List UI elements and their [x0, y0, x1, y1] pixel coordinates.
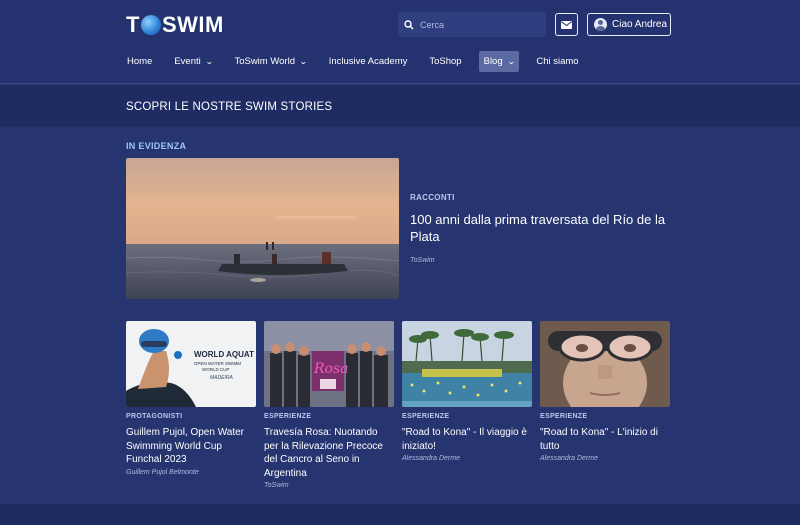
search-input[interactable]: [420, 19, 540, 30]
article-card[interactable]: Rosa ESPERIENZE Travesía Rosa: Nuotando …: [264, 321, 394, 489]
article-card[interactable]: WORLD AQUAT OPEN WATER SWIMM WORLD CUP M…: [126, 321, 256, 476]
article-author: Guillem Pujol Belmonte: [126, 468, 199, 476]
group-photo-image: Rosa: [264, 321, 394, 407]
page-title: SCOPRI LE NOSTRE SWIM STORIES: [126, 101, 333, 113]
article-card[interactable]: ESPERIENZE "Road to Kona" - L'inizio di …: [540, 321, 670, 462]
section-label-featured: IN EVIDENZA: [126, 141, 187, 151]
nav-item-chi-siamo[interactable]: Chi siamo: [531, 51, 583, 72]
article-card[interactable]: ESPERIENZE "Road to Kona" - Il viaggio è…: [402, 321, 532, 462]
footer-band: [0, 504, 800, 525]
image-text-world-aquatics: WORLD AQUAT: [194, 350, 254, 359]
featured-article-image[interactable]: [126, 158, 399, 299]
article-category: PROTAGONISTI: [126, 413, 183, 420]
chevron-down-icon: ⌄: [506, 57, 516, 66]
article-category: ESPERIENZE: [540, 413, 588, 420]
image-text-rosa: Rosa: [313, 361, 349, 377]
article-image[interactable]: [402, 321, 532, 407]
article-author: Alessandra Derme: [540, 455, 598, 462]
article-author: ToSwim: [264, 482, 289, 489]
nav-item-toshop[interactable]: ToShop: [424, 51, 466, 72]
article-image[interactable]: WORLD AQUAT OPEN WATER SWIMM WORLD CUP M…: [126, 321, 256, 407]
sunset-sea-boat-image: [126, 158, 399, 299]
search-icon: [404, 19, 414, 30]
article-image[interactable]: Rosa: [264, 321, 394, 407]
user-menu-button[interactable]: Ciao Andrea: [587, 13, 671, 36]
article-image[interactable]: [540, 321, 670, 407]
chevron-down-icon: ⌄: [298, 57, 308, 66]
main-nav: Home Eventi ⌄ ToSwim World ⌄ Inclusive Aca…: [122, 51, 596, 72]
article-title-link[interactable]: "Road to Kona" - L'inizio di tutto: [540, 426, 670, 453]
nav-item-toswim-world[interactable]: ToSwim World ⌄: [229, 51, 311, 72]
mail-icon: [561, 20, 572, 29]
nav-item-inclusive-academy[interactable]: Inclusive Academy: [324, 51, 413, 72]
article-title-link[interactable]: Guillem Pujol, Open Water Swimming World…: [126, 426, 256, 467]
image-text-open-water: OPEN WATER SWIMM: [194, 361, 241, 366]
article-category: ESPERIENZE: [264, 413, 312, 420]
featured-category: RACCONTI: [410, 193, 455, 202]
chevron-down-icon: ⌄: [204, 57, 214, 66]
logo-globe-icon: [140, 15, 161, 35]
featured-title-link[interactable]: 100 anni dalla prima traversata del Río …: [410, 211, 672, 245]
article-title-link[interactable]: Travesía Rosa: Nuotando per la Rilevazio…: [264, 426, 394, 480]
triathlon-swim-start-image: [402, 321, 532, 407]
logo-text-t: T: [126, 12, 140, 37]
toswim-logo[interactable]: T SWIM: [126, 12, 224, 38]
logo-text-swim: SWIM: [161, 12, 224, 37]
search-box[interactable]: [398, 12, 546, 37]
article-author: Alessandra Derme: [402, 455, 460, 462]
featured-author: ToSwim: [410, 257, 435, 264]
page-title-band: [0, 85, 800, 127]
user-avatar-icon: [594, 18, 607, 31]
messages-button[interactable]: [555, 13, 578, 36]
article-title-link[interactable]: "Road to Kona" - Il viaggio è iniziato!: [402, 426, 532, 453]
nav-item-home[interactable]: Home: [122, 51, 157, 72]
nav-item-blog[interactable]: Blog ⌄: [478, 51, 520, 72]
article-category: ESPERIENZE: [402, 413, 450, 420]
nav-item-eventi[interactable]: Eventi ⌄: [169, 51, 217, 72]
image-text-madeira: MADEIRA: [210, 375, 233, 381]
user-greeting: Ciao Andrea: [612, 19, 668, 30]
swimmer-portrait-image: WORLD AQUAT OPEN WATER SWIMM WORLD CUP M…: [126, 321, 256, 407]
site-header: T SWIM Ciao Andrea Home Eventi⌄ ToSwim W…: [0, 0, 800, 84]
goggles-portrait-image: [540, 321, 670, 407]
image-text-world-cup: WORLD CUP: [202, 367, 230, 372]
